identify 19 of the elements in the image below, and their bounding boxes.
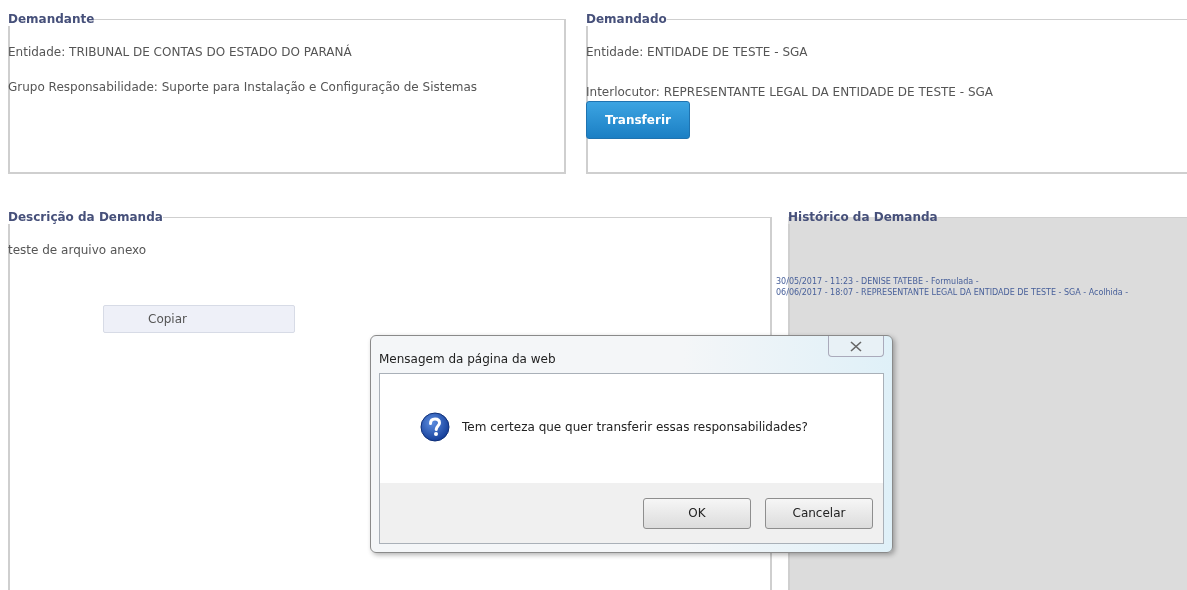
info-text: Grupo Responsabilidade: Suporte para Instalação e Configuração de Sistemas — [8, 79, 479, 96]
copy-button[interactable]: Copiar — [103, 305, 295, 333]
close-button[interactable] — [828, 336, 884, 357]
question-icon — [420, 411, 450, 442]
history-entry: 06/06/2017 - 18:07 - REPRESENTANTE LEGAL DA ENTIDADE DE TESTE - SGA - Acolhida - — [776, 287, 1130, 298]
info-text: Entidade: TRIBUNAL DE CONTAS DO ESTADO DO PARANÁ — [8, 43, 353, 61]
dialog-button[interactable]: Cancelar — [765, 497, 873, 529]
section-title: Demandante — [8, 12, 95, 26]
dialog-title: Mensagem da página da web — [379, 352, 556, 366]
info-text: Entidade: ENTIDADE DE TESTE - SGA — [586, 44, 809, 61]
close-icon — [850, 340, 862, 352]
section-title: Demandado — [586, 12, 667, 26]
description-text: teste de arquivo anexo — [8, 242, 148, 259]
section-title: Descrição da Demanda — [8, 210, 163, 224]
history-entry: 30/05/2017 - 11:23 - DENISE TATEBE - Formulada - — [776, 276, 980, 287]
dialog-message: Tem certeza que quer transferir essas responsabilidades? — [462, 419, 808, 434]
info-text: Interlocutor: REPRESENTANTE LEGAL DA ENTIDADE DE TESTE - SGA — [586, 84, 995, 101]
dialog-button[interactable]: OK — [643, 497, 751, 529]
section-title: Histórico da Demanda — [788, 210, 938, 224]
